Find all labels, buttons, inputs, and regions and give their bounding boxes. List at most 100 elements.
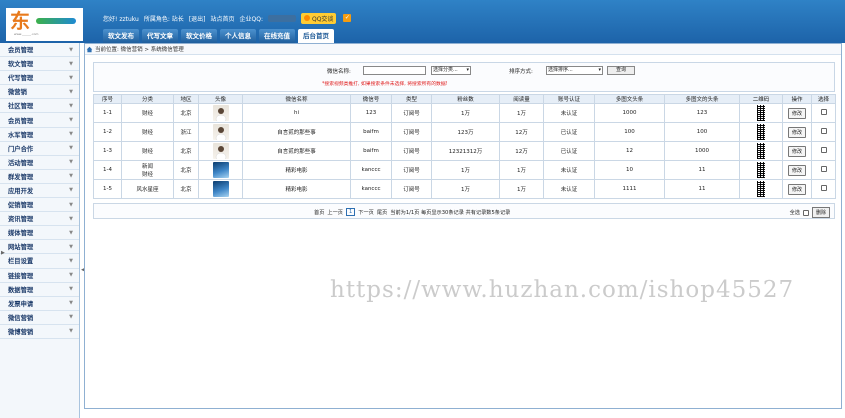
pagination-bar: 首页 上一页 1 下一页 尾页 当前为1/1页 每页显示30条记录 共有记录数5… [93, 203, 835, 219]
sidebar-item-label: 网站管理 [8, 244, 34, 252]
sidebar-item-promotion[interactable]: 促销管理 ▼ [0, 198, 79, 213]
sidebar-item-activity[interactable]: 活动管理 ▼ [0, 156, 79, 170]
action-cell: 修改 [782, 103, 812, 123]
sidebar-item-article[interactable]: 软文管理 ▼ [0, 57, 79, 72]
qr-code-cell [739, 122, 783, 142]
qr-code-image[interactable] [757, 124, 765, 140]
row-checkbox[interactable] [820, 128, 827, 134]
edit-button[interactable]: 修改 [787, 183, 806, 195]
sidebar-item-news[interactable]: 资讯管理 ▼ [0, 212, 79, 227]
tab-admin-home[interactable]: 后台首页 [298, 29, 334, 43]
sidebar-item-invoice[interactable]: 发票申请 ▼ [0, 297, 79, 311]
row-checkbox[interactable] [820, 147, 827, 153]
main-content: 当前位置: 微信营销 > 系统微信管理 微信名称: 选择分类... ▾ 排序方式… [84, 43, 845, 418]
table-row: 1-1 财经 北京 hi 123 订阅号 1万 1万 未认证 1000 123 修改 [93, 103, 836, 123]
qr-code-cell [739, 179, 783, 199]
wechat-name-input[interactable] [363, 66, 426, 75]
query-button[interactable]: 查询 [607, 66, 635, 75]
category-select[interactable]: 选择分类... ▾ [431, 66, 471, 75]
sidebar-item-member[interactable]: 会员管理 ▼ [0, 43, 79, 58]
avatar [212, 105, 229, 122]
sidebar-item-label: 数据管理 [8, 286, 34, 294]
sidebar-item-member-2[interactable]: 会员管理 ▼ [0, 113, 79, 128]
last-page-link[interactable]: 尾页 [377, 209, 387, 216]
chevron-down-icon: ▼ [69, 46, 73, 53]
chevron-right-icon[interactable]: ▶ [1, 250, 5, 256]
row-head2: 1000 [664, 141, 740, 161]
row-checkbox[interactable] [820, 166, 827, 172]
qr-code-image[interactable] [757, 143, 765, 159]
page-summary: 当前为1/1页 每页显示30条记录 共有记录数5条记录 [390, 209, 511, 216]
row-wechat-id: 123 [350, 103, 392, 123]
sidebar-item-water-army[interactable]: 水军管理 ▼ [0, 128, 79, 142]
user-info-bar: 您好! zztuku 所属角色: 站长 [退出] 站点首页 企业QQ: QQ交谈… [103, 12, 352, 24]
sidebar-item-label: 微营销 [8, 89, 27, 97]
qr-code-image[interactable] [757, 105, 765, 121]
sidebar-item-data[interactable]: 数据管理 ▼ [0, 283, 79, 297]
chevron-down-icon: ▼ [69, 102, 73, 109]
edit-button[interactable]: 修改 [787, 164, 806, 176]
chevron-down-icon: ▼ [69, 145, 73, 152]
sort-select[interactable]: 选择排序... ▾ [546, 66, 603, 75]
logo-mark: 东 [10, 9, 30, 33]
site-home-link[interactable]: 站点首页 [211, 14, 235, 23]
sidebar-item-website[interactable]: 网站管理 ▼ [0, 240, 79, 255]
row-head2: 100 [664, 122, 740, 142]
row-category: 风水星座 [121, 179, 174, 199]
sidebar-item-community[interactable]: 社区管理 ▼ [0, 99, 79, 114]
logout-link[interactable]: [退出] [189, 14, 206, 23]
qr-code-cell [739, 160, 783, 180]
prev-page-link[interactable]: 上一页 [327, 209, 343, 216]
qq-chat-button[interactable]: QQ交谈 [300, 12, 337, 24]
qr-code-image[interactable] [757, 181, 765, 197]
sidebar-item-ghostwrite[interactable]: 代写管理 ▼ [0, 71, 79, 86]
sidebar-item-mass-send[interactable]: 群发管理 ▼ [0, 170, 79, 184]
sidebar-item-label: 水军管理 [8, 131, 34, 139]
sidebar-item-app-dev[interactable]: 应用开发 ▼ [0, 184, 79, 199]
edit-button[interactable]: 修改 [787, 145, 806, 157]
row-wechat-name: hi [242, 103, 351, 123]
content-frame: 当前位置: 微信营销 > 系统微信管理 微信名称: 选择分类... ▾ 排序方式… [84, 43, 842, 409]
tab-article-price[interactable]: 软文价格 [181, 29, 217, 43]
col-header: 多图文头条 [594, 94, 665, 104]
edit-button[interactable]: 修改 [787, 107, 806, 119]
sidebar-item-label: 媒体管理 [8, 230, 34, 238]
sidebar-item-label: 微信营销 [8, 314, 34, 322]
breadcrumb: 当前位置: 微信营销 > 系统微信管理 [85, 44, 841, 55]
avatar-cell [198, 103, 243, 123]
sidebar-item-media[interactable]: 媒体管理 ▼ [0, 226, 79, 241]
edit-button[interactable]: 修改 [787, 126, 806, 138]
row-head1: 12 [594, 141, 665, 161]
sidebar-item-label: 会员管理 [8, 47, 34, 55]
qr-code-image[interactable] [757, 162, 765, 178]
select-cell [811, 122, 836, 142]
sidebar-item-columns[interactable]: 栏目设置 ▼ [0, 254, 79, 269]
site-logo[interactable]: 东 www.______.com [6, 8, 83, 41]
avatar [212, 124, 229, 141]
row-type: 订阅号 [391, 179, 432, 199]
tab-ghost-writing[interactable]: 代写文章 [142, 29, 178, 43]
next-page-link[interactable]: 下一页 [358, 209, 374, 216]
first-page-link[interactable]: 首页 [314, 209, 324, 216]
row-type: 订阅号 [391, 103, 432, 123]
wechat-table: 序号 分类 地区 头像 微信名称 微信号 类型 粉丝数 阅读量 账号认证 多图文… [93, 94, 836, 199]
sidebar-item-links[interactable]: 链接管理 ▼ [0, 269, 79, 283]
delete-button[interactable]: 删除 [811, 207, 830, 218]
select-all-checkbox[interactable] [802, 209, 809, 216]
tab-online-recharge[interactable]: 在线充值 [259, 29, 295, 43]
current-page[interactable]: 1 [345, 208, 356, 216]
sidebar-item-micro-marketing[interactable]: 微营销 ▼ [0, 85, 79, 100]
sidebar-item-weibo-marketing[interactable]: 微博营销 ▼ [0, 325, 79, 339]
row-type: 订阅号 [391, 141, 432, 161]
row-checkbox[interactable] [820, 109, 827, 115]
sidebar-item-portal[interactable]: 门户合作 ▼ [0, 142, 79, 156]
row-checkbox[interactable] [820, 185, 827, 191]
qr-code-cell [739, 141, 783, 161]
row-no: 1-5 [93, 179, 122, 199]
category-select-value: 选择分类... [433, 67, 458, 73]
tab-personal-info[interactable]: 个人信息 [220, 29, 256, 43]
col-header: 阅读量 [499, 94, 544, 104]
sort-select-value: 选择排序... [548, 67, 573, 73]
sidebar-item-wechat-marketing[interactable]: 微信营销 ▼ [0, 311, 79, 325]
tab-publish-article[interactable]: 软文发布 [103, 29, 139, 43]
